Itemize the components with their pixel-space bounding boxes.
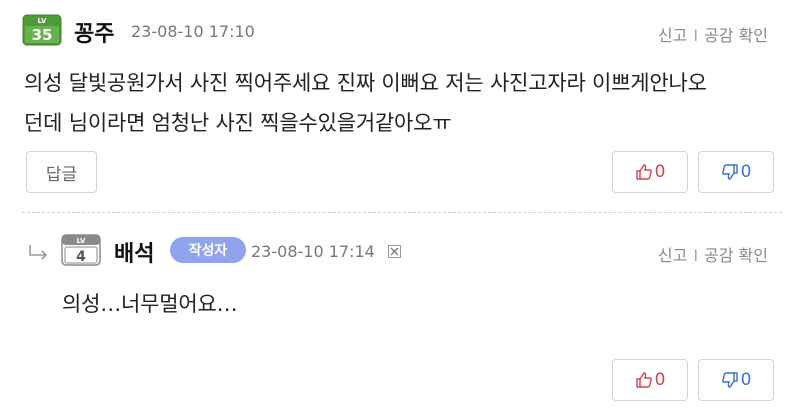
downvote-count: 0 [740, 162, 752, 182]
comment-text: 의성 달빛공원가서 사진 찍어주세요 진짜 이뻐요 저는 사진고자라 이쁘게안나… [24, 63, 784, 143]
level-badge: LV 4 [61, 234, 101, 266]
level-badge: LV 35 [22, 14, 62, 46]
comment-date: 23-08-10 17:10 [131, 22, 255, 41]
reply-button-label: 답글 [45, 164, 78, 185]
reply-arrow-icon [29, 245, 48, 260]
likes-check-link[interactable]: 공감 확인 [704, 26, 768, 45]
thumbs-down-icon [721, 372, 738, 388]
thumbs-up-icon [635, 164, 652, 180]
author-nickname[interactable]: 배석 [114, 236, 154, 268]
downvote-count: 0 [740, 370, 752, 390]
report-link[interactable]: 신고 [658, 26, 687, 45]
separator: I [693, 246, 699, 265]
level-prefix: LV [38, 17, 47, 25]
upvote-button[interactable]: 0 [612, 151, 688, 193]
reply-button[interactable]: 답글 [26, 151, 97, 193]
upvote-count: 0 [654, 162, 666, 182]
comment-text-line: 의성 달빛공원가서 사진 찍어주세요 진짜 이뻐요 저는 사진고자라 이쁘게안나… [24, 71, 707, 95]
level-number: 4 [76, 249, 86, 265]
comment-meta: 신고 I 공감 확인 [658, 22, 768, 46]
separator: I [693, 26, 699, 45]
comment-meta: 신고 I 공감 확인 [658, 242, 768, 266]
thumbs-up-icon [635, 372, 652, 388]
comment: LV 35 꽁주 23-08-10 17:10 신고 I 공감 확인 의성 달빛공원… [0, 0, 800, 210]
level-prefix: LV [77, 237, 86, 245]
likes-check-link[interactable]: 공감 확인 [704, 246, 768, 265]
upvote-count: 0 [654, 370, 666, 390]
downvote-button[interactable]: 0 [698, 359, 774, 401]
thumbs-down-icon [721, 164, 738, 180]
report-link[interactable]: 신고 [658, 246, 687, 265]
upvote-button[interactable]: 0 [612, 359, 688, 401]
author-nickname[interactable]: 꽁주 [74, 16, 114, 48]
reply-text: 의성…너무멀어요… [62, 292, 238, 316]
downvote-button[interactable]: 0 [698, 151, 774, 193]
reply-comment: LV 4 배석 작성자 23-08-10 17:14 신고 I 공감 확인 의성…너… [0, 214, 800, 419]
comment-text-line: 던데 님이라면 엄청난 사진 찍을수있을거같아오ㅠ [24, 111, 452, 135]
comment-date: 23-08-10 17:14 [251, 242, 375, 261]
level-number: 35 [32, 26, 53, 44]
comment-divider [22, 212, 782, 213]
delete-icon[interactable] [388, 245, 401, 258]
author-tag: 작성자 [170, 237, 246, 263]
